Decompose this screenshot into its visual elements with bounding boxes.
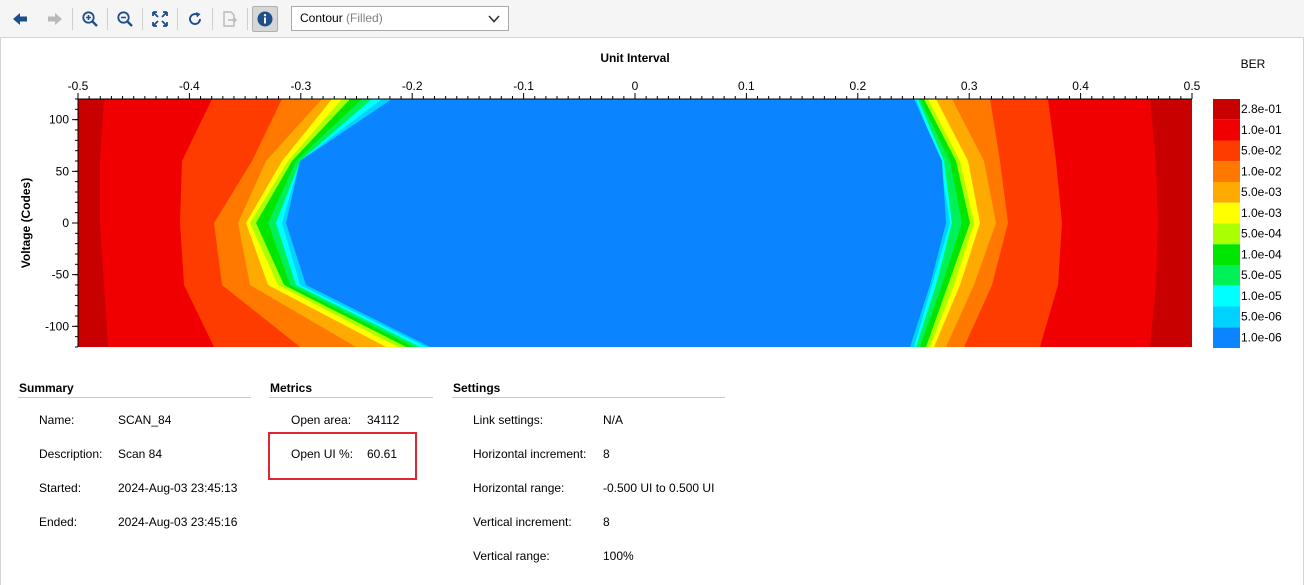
- legend-label: 2.8e-01: [1241, 102, 1282, 116]
- legend-swatch: [1213, 161, 1240, 182]
- y-tick-label: -50: [52, 268, 70, 282]
- metrics-label: Open area:: [291, 413, 352, 427]
- plot-type-qualifier: (Filled): [346, 11, 383, 25]
- x-tick-label: 0.1: [738, 79, 755, 93]
- summary-label: Description:: [39, 447, 103, 461]
- arrow-left-icon: [13, 13, 27, 25]
- legend-label: 1.0e-06: [1241, 330, 1282, 344]
- settings-value: N/A: [603, 413, 624, 427]
- x-tick-label: -0.1: [513, 79, 534, 93]
- legend-swatch: [1213, 119, 1240, 141]
- y-tick-label: 50: [56, 164, 70, 178]
- chevron-down-icon: [488, 15, 500, 23]
- open-ui-highlight: [268, 432, 417, 480]
- legend-label: 1.0e-05: [1241, 289, 1282, 303]
- settings-value: -0.500 UI to 0.500 UI: [603, 481, 715, 495]
- legend-swatch: [1213, 140, 1240, 162]
- plot-type-value: Contour: [300, 11, 343, 25]
- legend-label: 5.0e-03: [1241, 185, 1282, 199]
- refresh-button[interactable]: [182, 6, 208, 32]
- summary-value: SCAN_84: [118, 413, 172, 427]
- legend-swatch: [1213, 285, 1240, 307]
- legend-swatch: [1213, 182, 1240, 203]
- plot-type-select[interactable]: Contour (Filled): [291, 6, 509, 31]
- eye-scan-contour-chart: Unit Interval Voltage (Codes) BER -0.5 -0…: [19, 51, 1282, 348]
- legend-swatch: [1213, 265, 1240, 286]
- settings-label: Horizontal increment:: [473, 447, 587, 461]
- refresh-icon: [189, 12, 201, 25]
- settings-label: Horizontal range:: [473, 481, 565, 495]
- zoom-in-button[interactable]: [77, 6, 103, 32]
- legend-swatch: [1213, 327, 1240, 348]
- y-tick-label: 100: [49, 113, 69, 127]
- x-tick-label: 0.3: [961, 79, 978, 93]
- summary-value: Scan 84: [118, 447, 163, 461]
- settings-label: Vertical range:: [473, 549, 550, 563]
- fit-button[interactable]: [147, 6, 173, 32]
- info-button[interactable]: [252, 6, 278, 32]
- legend-swatch: [1213, 306, 1240, 328]
- x-tick-label: 0.5: [1184, 79, 1201, 93]
- legend-label: 5.0e-02: [1241, 144, 1282, 158]
- info-icon: [257, 11, 273, 27]
- export-button[interactable]: [217, 6, 243, 32]
- settings-label: Vertical increment:: [473, 515, 572, 529]
- x-tick-label: -0.4: [179, 79, 200, 93]
- x-tick-label: -0.3: [290, 79, 311, 93]
- legend-label: 1.0e-03: [1241, 206, 1282, 220]
- export-icon: [223, 11, 237, 27]
- summary-title: Summary: [19, 381, 74, 395]
- settings-title: Settings: [453, 381, 501, 395]
- y-tick-label: -100: [45, 319, 69, 333]
- zoom-out-button[interactable]: [112, 6, 138, 32]
- toolbar: Contour (Filled): [0, 0, 1304, 38]
- legend-label: 5.0e-04: [1241, 227, 1282, 241]
- x-tick-label: 0.4: [1072, 79, 1089, 93]
- back-button[interactable]: [7, 6, 33, 32]
- legend-swatch: [1213, 244, 1240, 265]
- x-tick-label: 0.2: [849, 79, 866, 93]
- legend-label: 1.0e-01: [1241, 123, 1282, 137]
- legend-swatch: [1213, 202, 1240, 224]
- zoom-in-icon: [82, 11, 98, 27]
- settings-label: Link settings:: [473, 413, 544, 427]
- settings-value: 8: [603, 447, 610, 461]
- summary-label: Started:: [39, 481, 82, 495]
- legend-title: BER: [1241, 57, 1266, 71]
- arrow-right-icon: [48, 13, 62, 25]
- zoom-out-icon: [117, 11, 133, 27]
- metrics-value: 34112: [367, 413, 400, 427]
- legend-label: 1.0e-02: [1241, 164, 1282, 178]
- settings-value: 100%: [603, 549, 634, 563]
- contour-level-11: [286, 99, 946, 347]
- fit-to-window-icon: [152, 11, 168, 27]
- chart-title: Unit Interval: [600, 51, 669, 65]
- summary-label: Name:: [39, 413, 75, 427]
- x-tick-label: -0.5: [68, 79, 89, 93]
- forward-button[interactable]: [42, 6, 68, 32]
- y-tick-label: 0: [62, 216, 69, 230]
- legend-swatch: [1213, 223, 1240, 245]
- summary-value: 2024-Aug-03 23:45:16: [118, 515, 238, 529]
- legend-label: 5.0e-05: [1241, 268, 1282, 282]
- settings-value: 8: [603, 515, 610, 529]
- y-axis-label: Voltage (Codes): [19, 178, 33, 268]
- legend-swatch: [1213, 99, 1240, 120]
- legend-label: 5.0e-06: [1241, 310, 1282, 324]
- summary-value: 2024-Aug-03 23:45:13: [118, 481, 238, 495]
- x-tick-label: 0: [632, 79, 639, 93]
- legend-label: 1.0e-04: [1241, 247, 1282, 261]
- summary-label: Ended:: [39, 515, 78, 529]
- x-tick-label: -0.2: [402, 79, 423, 93]
- metrics-title: Metrics: [270, 381, 313, 395]
